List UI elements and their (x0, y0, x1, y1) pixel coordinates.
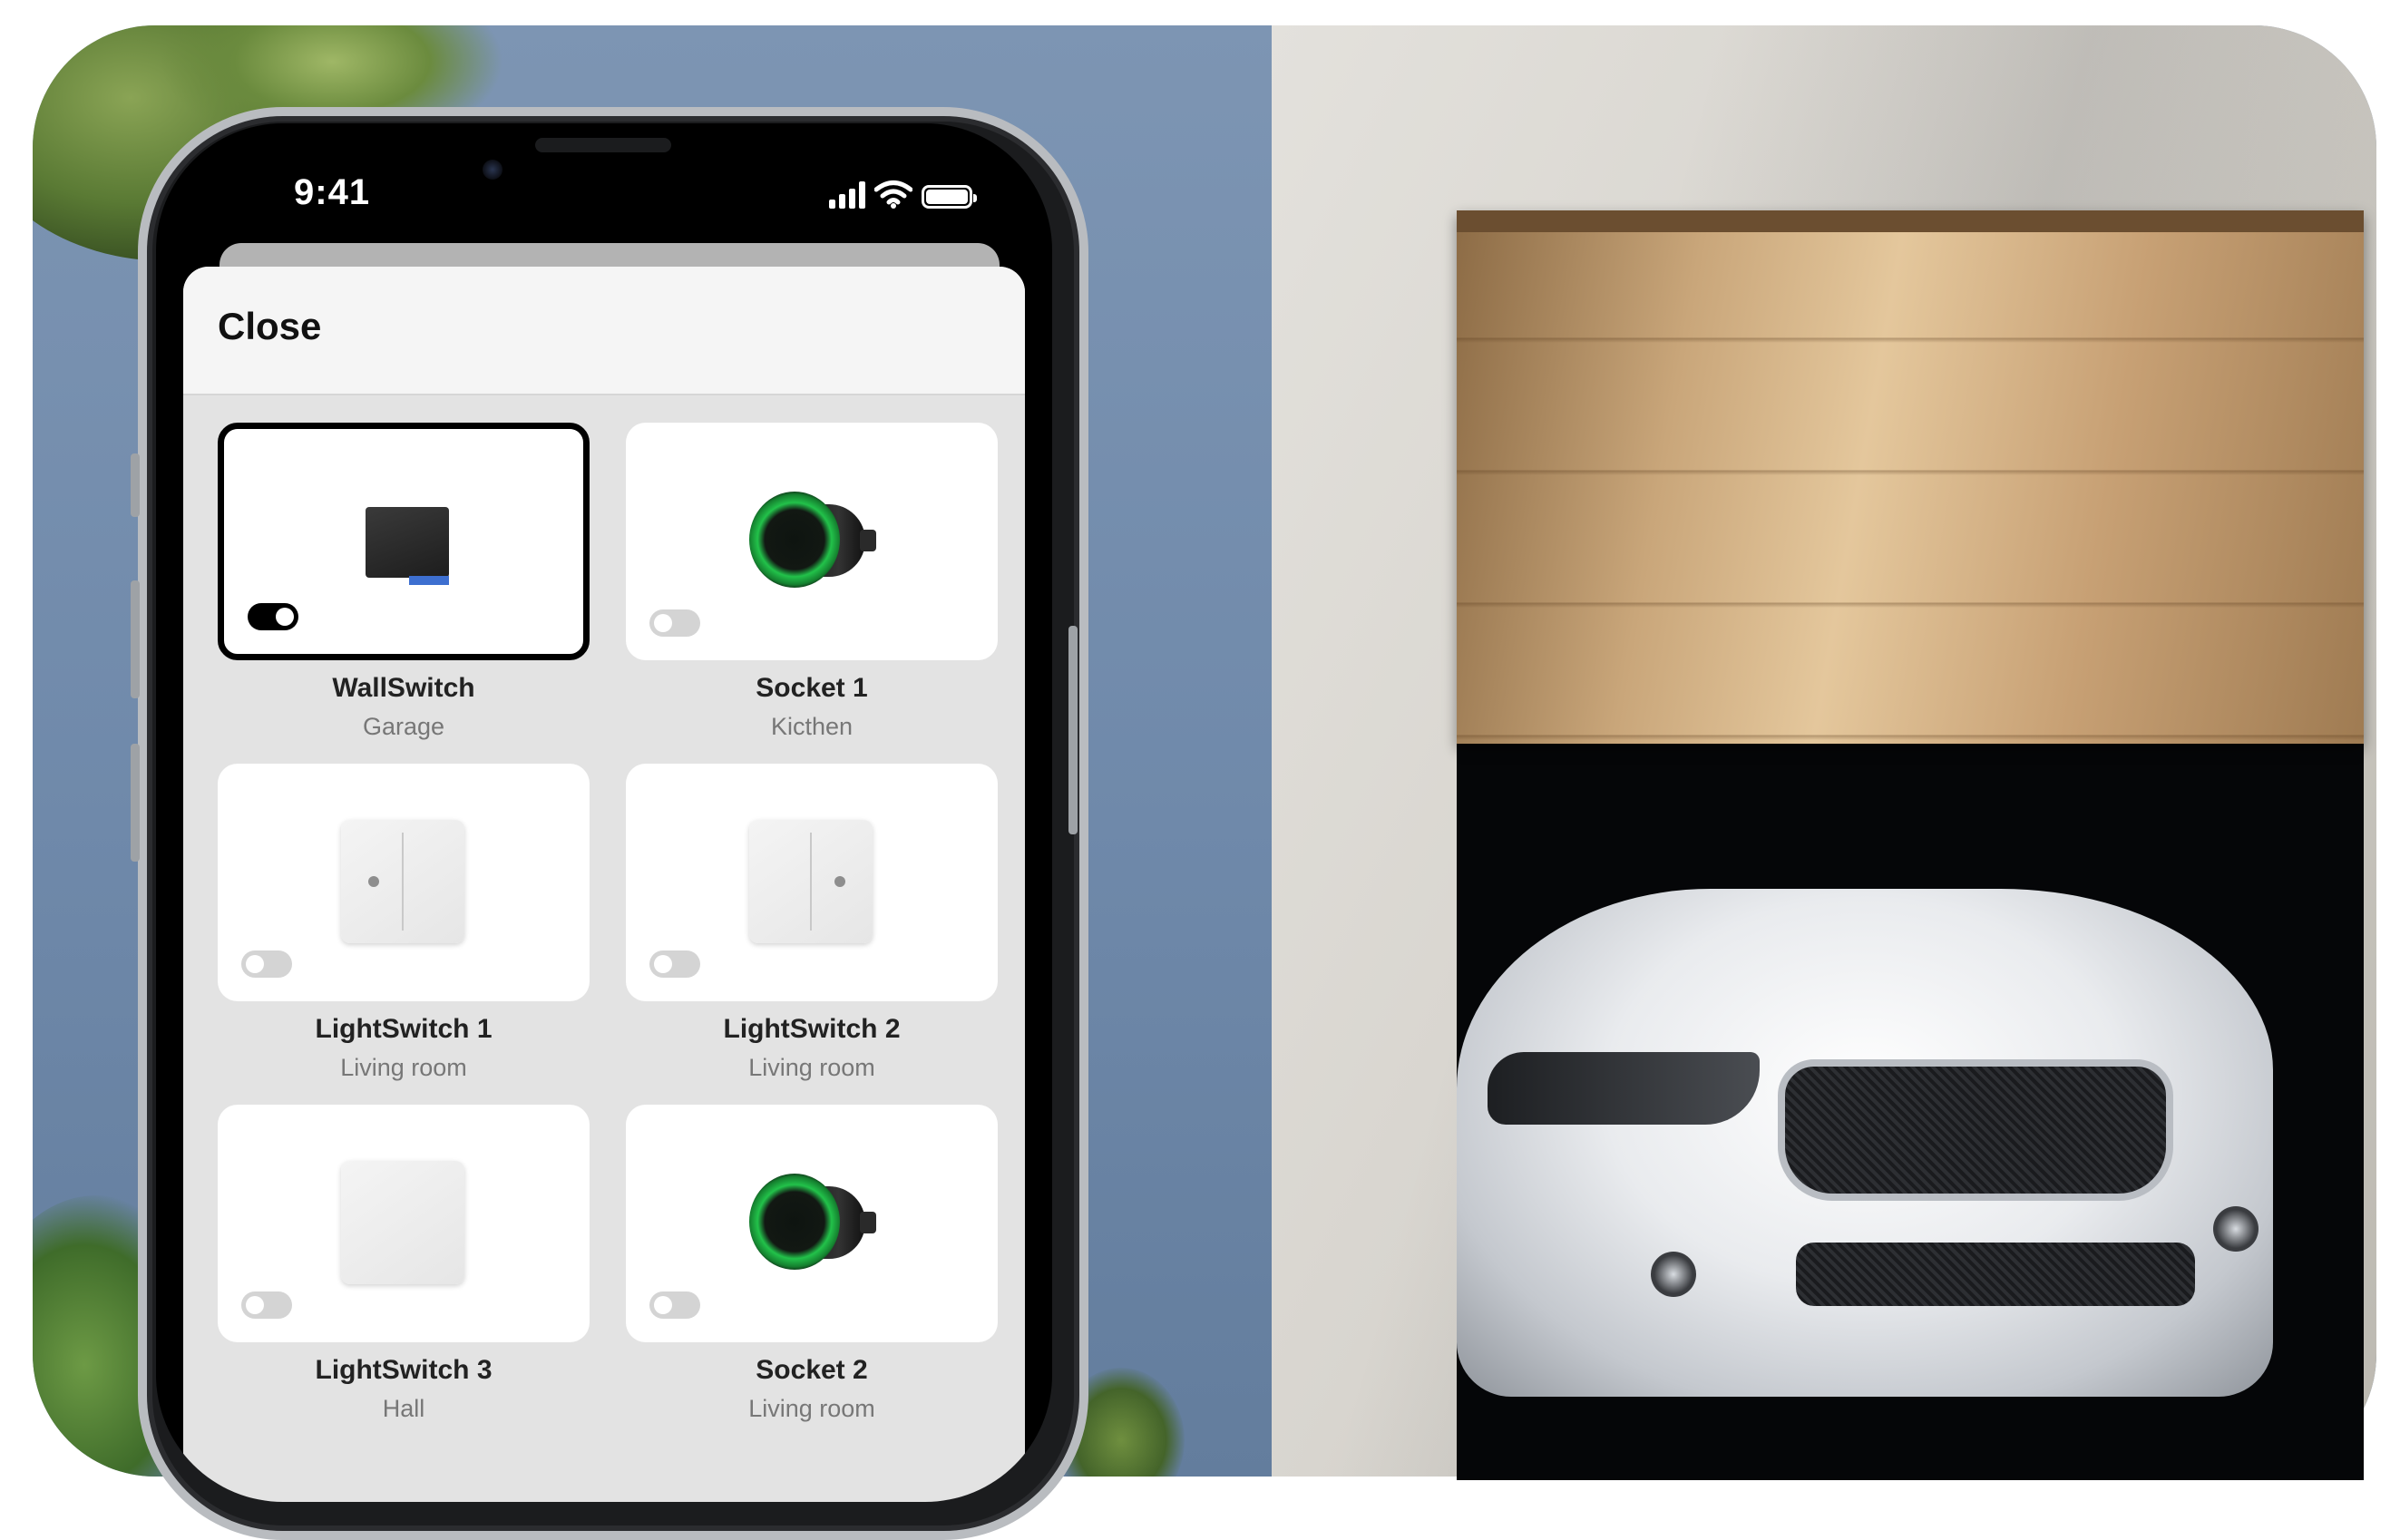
lightswitch-icon (341, 820, 464, 943)
device-card-socket-2[interactable] (626, 1105, 998, 1342)
smart-socket-icon (749, 492, 876, 591)
device-sheet: Close WallSwitch Garage Socket 1 Kicthen… (183, 267, 1025, 1502)
device-card-socket-1[interactable] (626, 423, 998, 660)
phone-screen: 9:41 Close WallSwitch Garage Socket 1 Ki… (156, 123, 1052, 1502)
device-room: Living room (340, 1054, 467, 1081)
car-grille (1778, 1059, 2173, 1201)
phone-volume-button (131, 580, 140, 698)
device-toggle[interactable] (649, 609, 700, 637)
front-camera (483, 160, 502, 180)
device-name: LightSwitch 2 (723, 1014, 901, 1044)
fog-light (2213, 1206, 2259, 1252)
device-card-lightswitch-2[interactable] (626, 764, 998, 1001)
sheet-header: Close (183, 267, 1025, 395)
close-button[interactable]: Close (218, 305, 321, 348)
smart-socket-icon (749, 1174, 876, 1273)
status-time: 9:41 (294, 172, 371, 212)
wallswitch-device-icon (366, 507, 449, 585)
device-toggle[interactable] (248, 603, 298, 630)
car-headlight (1488, 1052, 1760, 1125)
device-name: WallSwitch (332, 673, 475, 703)
device-toggle[interactable] (241, 950, 292, 978)
garage-door (1457, 210, 2364, 744)
cellular-signal-icon (829, 181, 865, 209)
fog-light (1651, 1252, 1696, 1297)
phone-volume-button (131, 744, 140, 862)
device-card-lightswitch-1[interactable] (218, 764, 590, 1001)
phone-side-button (131, 453, 140, 517)
battery-icon (922, 185, 977, 209)
lightswitch-icon (749, 820, 873, 943)
device-toggle[interactable] (241, 1291, 292, 1319)
device-card-wallswitch[interactable] (218, 423, 590, 660)
device-name: LightSwitch 1 (315, 1014, 493, 1044)
device-name: Socket 1 (756, 673, 868, 703)
phone-power-button (1068, 626, 1078, 834)
device-toggle[interactable] (649, 950, 700, 978)
device-room: Garage (362, 713, 445, 740)
car-lower-grille (1796, 1243, 2195, 1306)
device-room: Hall (382, 1395, 425, 1422)
wifi-icon (874, 180, 912, 209)
device-name: LightSwitch 3 (315, 1355, 493, 1385)
device-toggle[interactable] (649, 1291, 700, 1319)
lightswitch-icon (341, 1161, 464, 1284)
device-room: Living room (748, 1395, 875, 1422)
device-room: Living room (748, 1054, 875, 1081)
device-room: Kicthen (770, 713, 854, 740)
status-icons (829, 180, 977, 209)
device-name: Socket 2 (756, 1355, 868, 1385)
device-card-lightswitch-3[interactable] (218, 1105, 590, 1342)
